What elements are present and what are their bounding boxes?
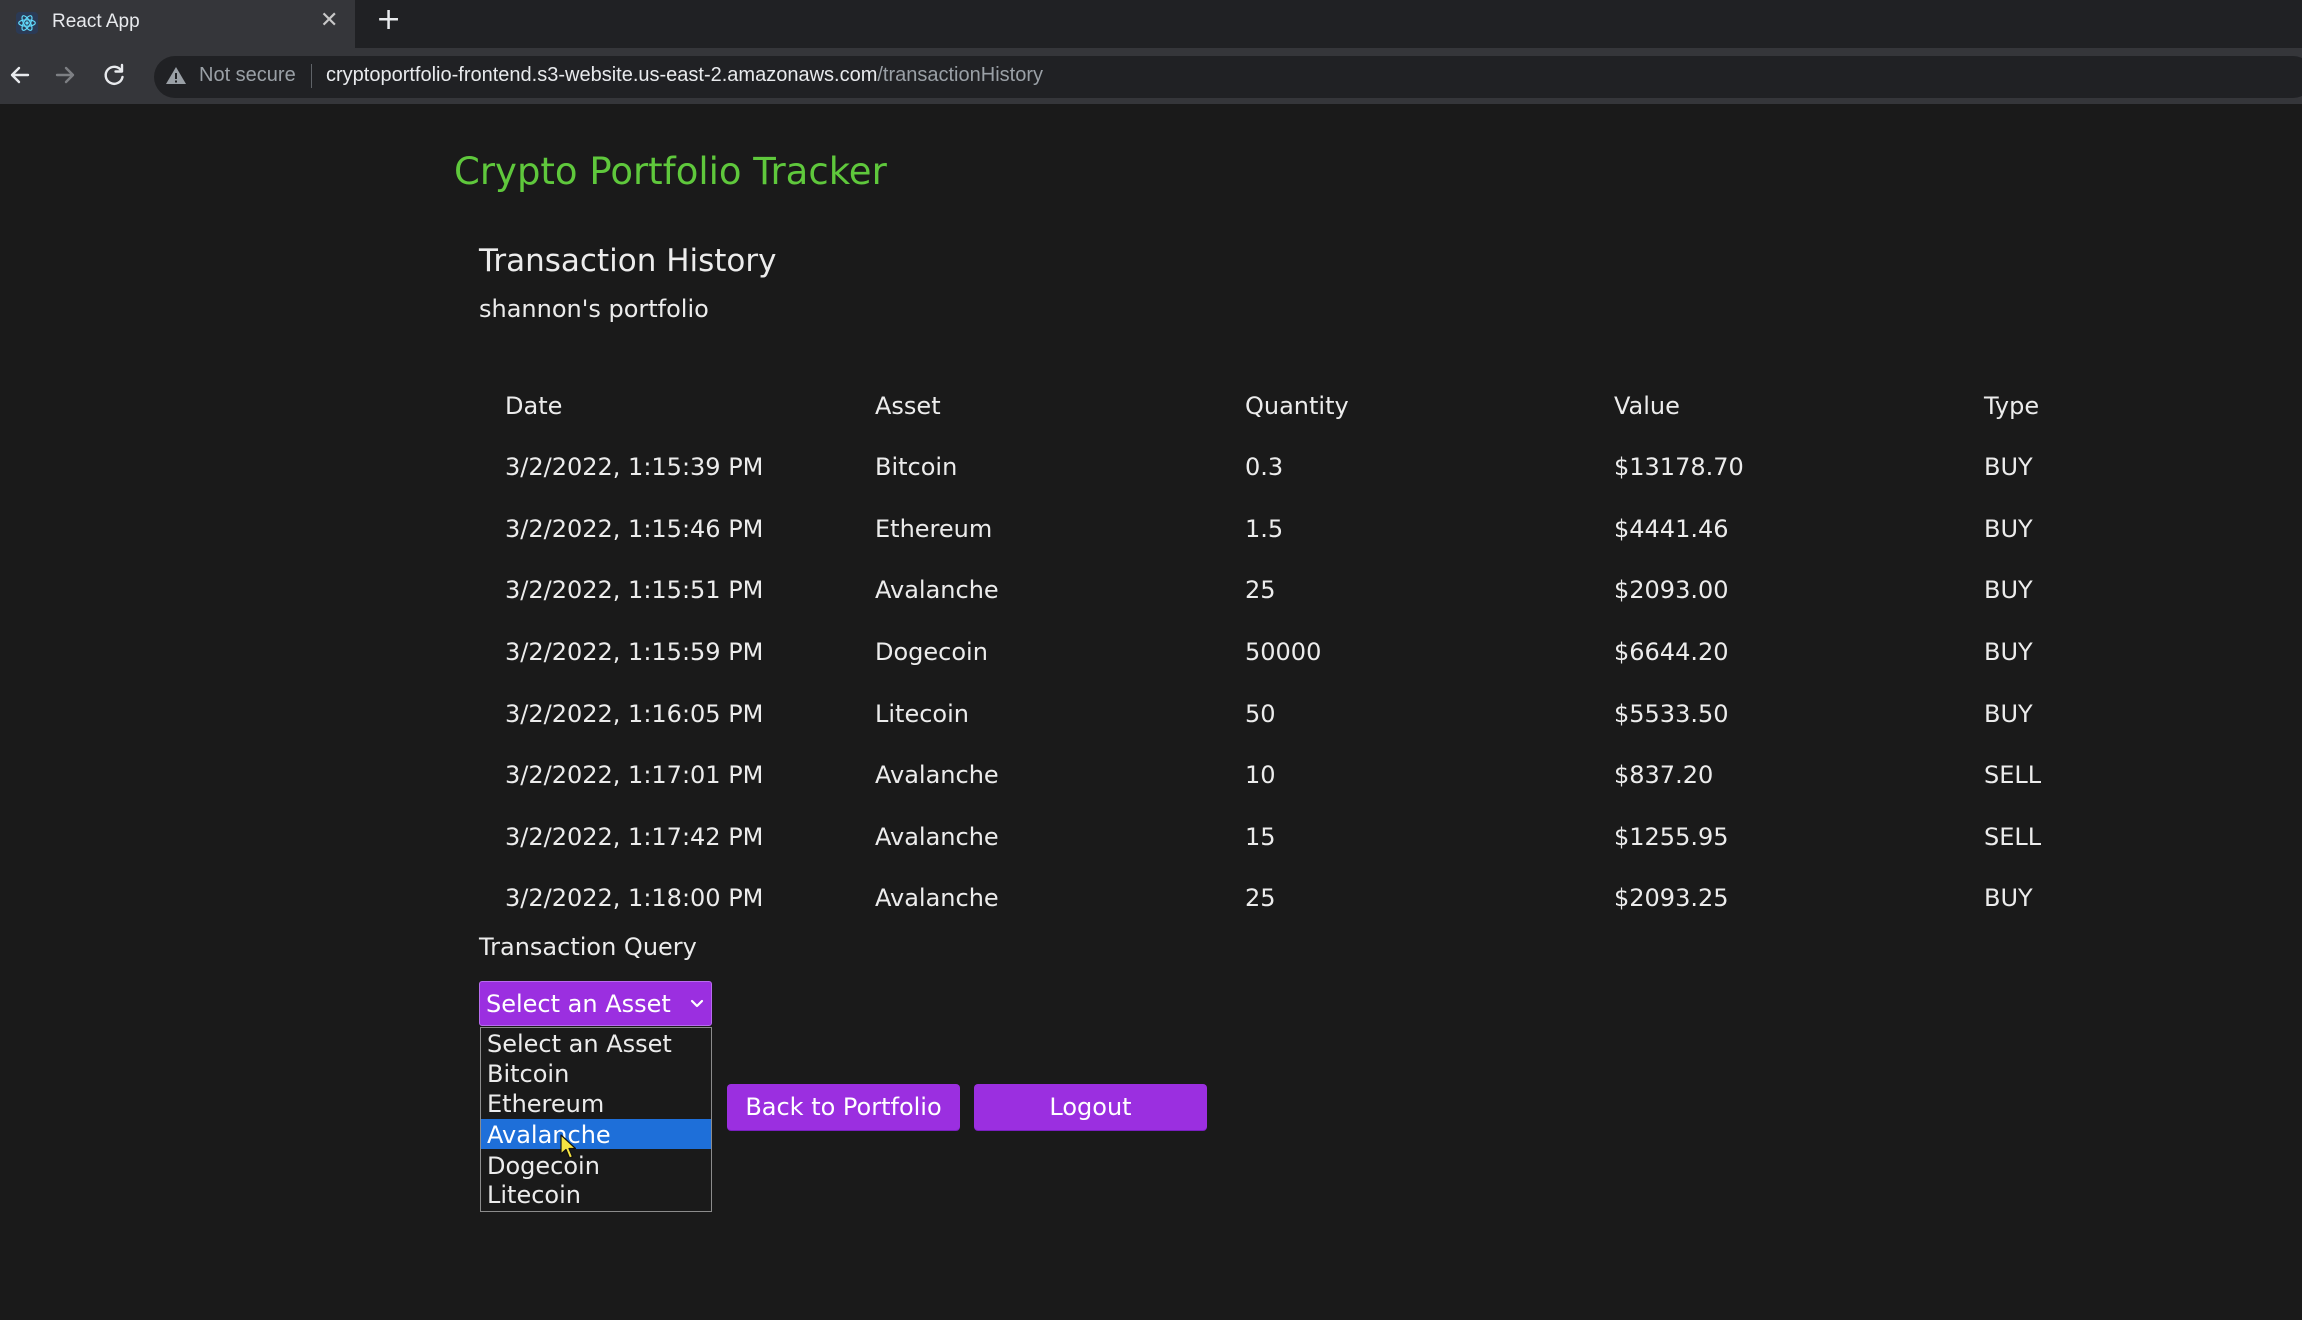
asset-dropdown-list: Select an Asset Bitcoin Ethereum Avalanc… [480,1027,712,1212]
browser-tab-strip: React App ✕ + [0,0,2302,48]
option-label: Litecoin [487,1181,581,1209]
cell-quantity: 0.3 [1245,453,1284,481]
mouse-cursor-icon [560,1134,577,1159]
option-label: Dogecoin [487,1152,600,1180]
cell-asset: Avalanche [875,761,999,789]
cell-type: BUY [1984,884,2033,912]
omnibox-divider [311,64,312,88]
cell-type: SELL [1984,823,2042,851]
tab-title: React App [52,11,140,32]
new-tab-button[interactable]: + [376,2,401,37]
url-path: /transactionHistory [877,64,1043,86]
cell-date: 3/2/2022, 1:15:59 PM [505,638,764,666]
cell-quantity: 25 [1245,576,1276,604]
cell-type: BUY [1984,453,2033,481]
cell-quantity: 1.5 [1245,515,1284,543]
cell-date: 3/2/2022, 1:18:00 PM [505,884,764,912]
cell-quantity: 50000 [1245,638,1322,666]
cell-type: SELL [1984,761,2042,789]
cell-quantity: 10 [1245,761,1276,789]
back-to-portfolio-button[interactable]: Back to Portfolio [727,1084,960,1130]
cell-value: $2093.00 [1614,576,1729,604]
column-header-quantity: Quantity [1245,392,1349,420]
asset-option[interactable]: Ethereum [481,1088,711,1118]
chevron-down-icon [690,999,704,1008]
app-title: Crypto Portfolio Tracker [454,150,887,193]
cell-value: $5533.50 [1614,700,1729,728]
cell-date: 3/2/2022, 1:15:46 PM [505,515,764,543]
option-label: Avalanche [487,1121,611,1149]
column-header-value: Value [1614,392,1680,420]
forward-icon[interactable] [51,60,81,90]
portfolio-owner: shannon's portfolio [479,295,709,323]
asset-select-value: Select an Asset [486,990,671,1018]
cell-date: 3/2/2022, 1:15:39 PM [505,453,764,481]
cell-asset: Avalanche [875,576,999,604]
cell-asset: Ethereum [875,515,993,543]
warning-icon[interactable] [164,64,188,88]
cell-quantity: 50 [1245,700,1276,728]
asset-option[interactable]: Dogecoin [481,1150,711,1180]
cell-quantity: 15 [1245,823,1276,851]
url-host: cryptoportfolio-frontend.s3-website.us-e… [326,64,878,86]
back-icon[interactable] [4,60,34,90]
cell-date: 3/2/2022, 1:17:42 PM [505,823,764,851]
security-status[interactable]: Not secure [199,64,296,87]
option-label: Bitcoin [487,1060,570,1088]
cell-asset: Bitcoin [875,453,958,481]
cell-value: $2093.25 [1614,884,1729,912]
asset-option[interactable]: Select an Asset [481,1028,711,1058]
cell-quantity: 25 [1245,884,1276,912]
cell-value: $4441.46 [1614,515,1729,543]
cell-value: $837.20 [1614,761,1714,789]
column-header-asset: Asset [875,392,941,420]
cell-value: $6644.20 [1614,638,1729,666]
browser-tab[interactable]: React App ✕ [0,0,355,48]
option-label: Ethereum [487,1090,605,1118]
cell-asset: Avalanche [875,884,999,912]
cell-type: BUY [1984,576,2033,604]
column-header-date: Date [505,392,563,420]
close-icon[interactable]: ✕ [320,8,338,33]
url-text[interactable]: cryptoportfolio-frontend.s3-website.us-e… [326,64,1043,87]
column-header-type: Type [1984,392,2040,420]
page-content [0,104,2302,1320]
logout-button[interactable]: Logout [974,1084,1207,1130]
cell-asset: Litecoin [875,700,969,728]
reload-icon[interactable] [99,60,129,90]
transaction-query-label: Transaction Query [479,933,697,961]
cell-value: $13178.70 [1614,453,1744,481]
asset-option[interactable]: Litecoin [481,1179,711,1209]
page-title: Transaction History [479,243,777,279]
asset-option-highlighted[interactable]: Avalanche [481,1119,711,1149]
cell-type: BUY [1984,638,2033,666]
cell-asset: Avalanche [875,823,999,851]
cell-asset: Dogecoin [875,638,988,666]
react-favicon-icon [16,12,38,34]
cell-date: 3/2/2022, 1:17:01 PM [505,761,764,789]
cell-type: BUY [1984,700,2033,728]
cell-date: 3/2/2022, 1:16:05 PM [505,700,764,728]
cell-date: 3/2/2022, 1:15:51 PM [505,576,764,604]
logout-label: Logout [1049,1093,1132,1121]
asset-select[interactable]: Select an Asset [479,981,712,1026]
asset-option[interactable]: Bitcoin [481,1058,711,1088]
cell-type: BUY [1984,515,2033,543]
back-to-portfolio-label: Back to Portfolio [745,1093,942,1121]
cell-value: $1255.95 [1614,823,1729,851]
option-label: Select an Asset [487,1030,672,1058]
